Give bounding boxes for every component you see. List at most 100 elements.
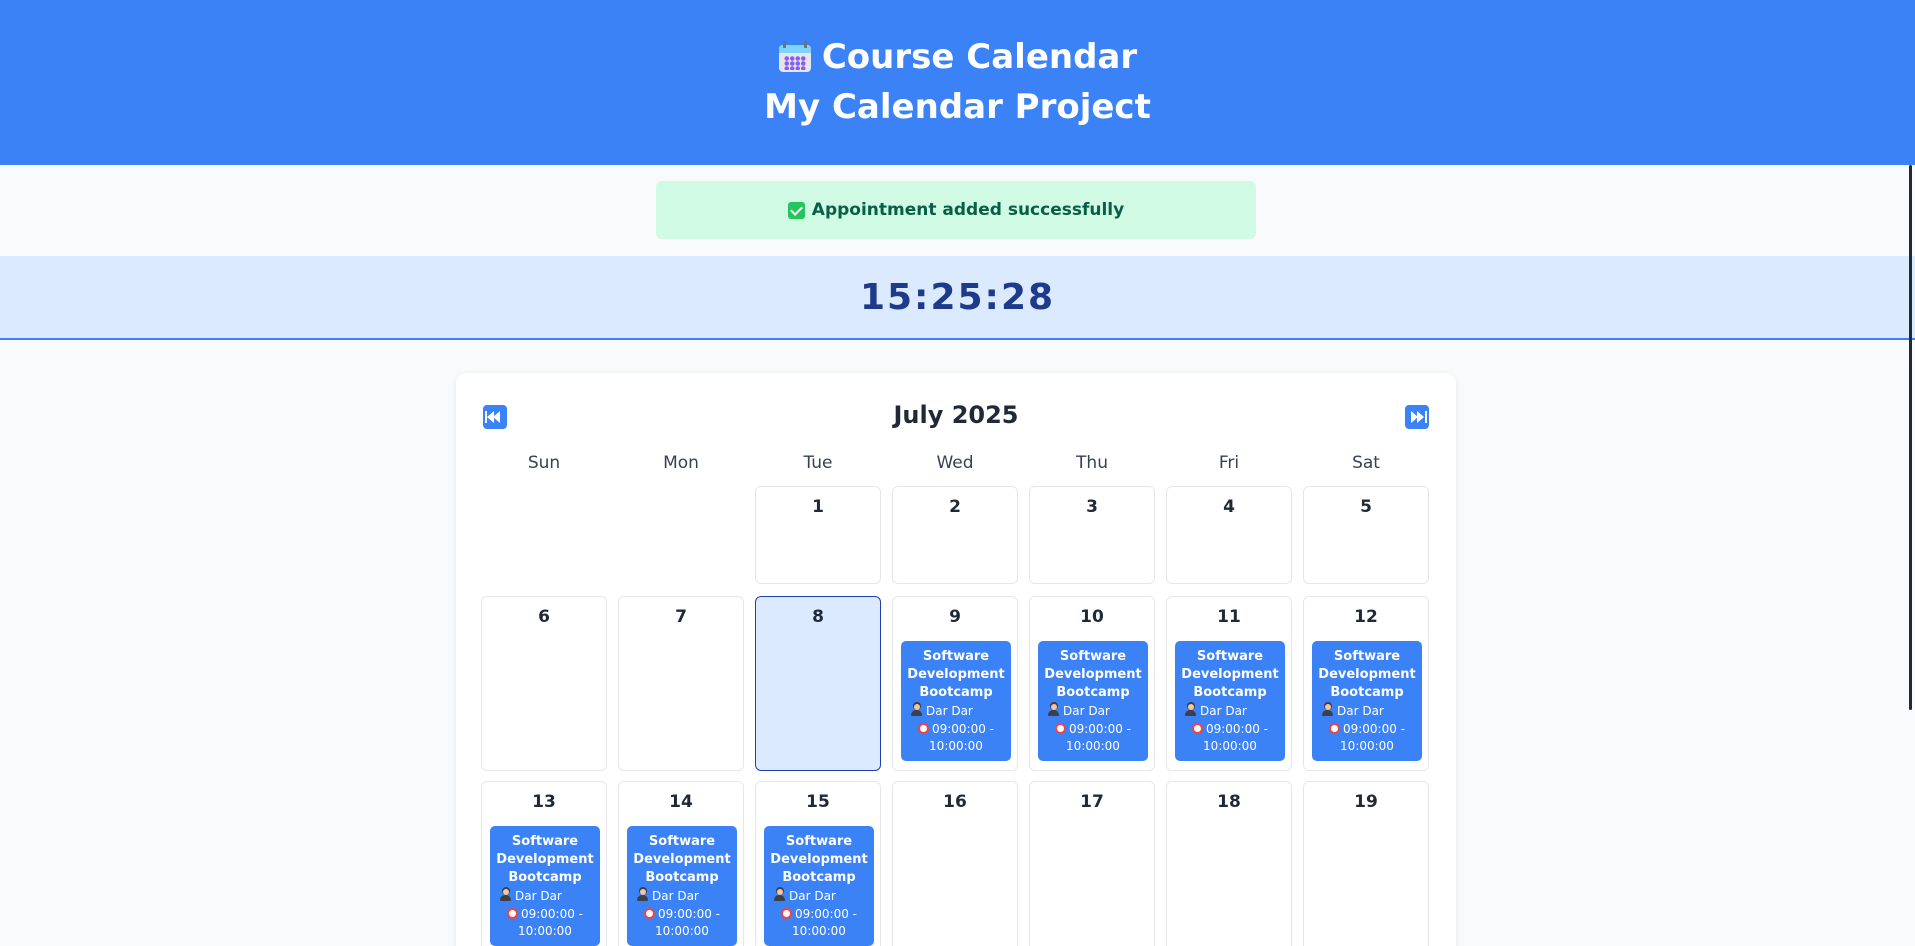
success-alert: Appointment added successfully [656,181,1256,239]
day-cell[interactable]: 11 Software Development Bootcamp Dar Dar 09… [1166,596,1292,771]
header-subtitle: My Calendar Project [764,87,1151,127]
day-number: 4 [1223,497,1235,517]
event-teacher: Dar Dar [1038,702,1148,720]
alarm-clock-icon [506,908,518,919]
day-cell[interactable]: 16 [892,781,1018,946]
event-time-text: 09:00:00 - 10:00:00 [1066,722,1132,753]
day-number: 16 [943,792,967,812]
page-header: Course Calendar My Calendar Project [0,0,1915,165]
day-cell[interactable]: 5 [1303,486,1429,584]
weekday-sun: Sun [527,453,561,473]
alarm-clock-icon [1328,723,1340,734]
day-number: 12 [1354,607,1378,627]
alarm-clock-icon [917,723,929,734]
teacher-name: Dar Dar [789,889,836,903]
teacher-name: Dar Dar [1200,704,1247,718]
next-month-button[interactable] [1405,405,1429,429]
day-cell[interactable]: 7 [618,596,744,771]
event-card[interactable]: Software Development Bootcamp Dar Dar 09:0… [1312,641,1422,761]
event-time: 09:00:00 - 10:00:00 [764,906,874,940]
day-number: 10 [1080,607,1104,627]
day-cell[interactable]: 19 [1303,781,1429,946]
event-teacher: Dar Dar [1312,702,1422,720]
event-teacher: Dar Dar [490,887,600,905]
day-cell[interactable]: 1 [755,486,881,584]
event-card[interactable]: Software Development Bootcamp Dar Dar 09:0… [490,826,600,946]
alarm-clock-icon [643,908,655,919]
day-number: 9 [949,607,961,627]
teacher-name: Dar Dar [1337,704,1384,718]
event-time: 09:00:00 - 10:00:00 [1175,721,1285,755]
day-cell[interactable]: 3 [1029,486,1155,584]
event-title: Software Development Bootcamp [907,649,1005,700]
teacher-name: Dar Dar [652,889,699,903]
day-cell[interactable]: 18 [1166,781,1292,946]
event-title: Software Development Bootcamp [496,834,594,885]
day-number: 14 [669,792,693,812]
event-title: Software Development Bootcamp [770,834,868,885]
calendar-icon [778,39,812,73]
day-number: 8 [812,607,824,627]
day-cell[interactable]: 12 Software Development Bootcamp Dar Dar 09… [1303,596,1429,771]
event-time: 09:00:00 - 10:00:00 [1038,721,1148,755]
day-number: 18 [1217,792,1241,812]
day-cell[interactable]: 15 Software Development Bootcamp Dar Dar 09… [755,781,881,946]
event-time-text: 09:00:00 - 10:00:00 [655,907,721,938]
day-number: 2 [949,497,961,517]
day-number: 7 [675,607,687,627]
event-time: 09:00:00 - 10:00:00 [490,906,600,940]
event-card[interactable]: Software Development Bootcamp Dar Dar 09:0… [764,826,874,946]
event-time-text: 09:00:00 - 10:00:00 [518,907,584,938]
event-time-text: 09:00:00 - 10:00:00 [792,907,858,938]
clock-band: 15:25:28 [0,256,1915,340]
day-number: 19 [1354,792,1378,812]
day-cell[interactable]: 6 [481,596,607,771]
alarm-clock-icon [780,908,792,919]
event-time: 09:00:00 - 10:00:00 [901,721,1011,755]
event-title: Software Development Bootcamp [1044,649,1142,700]
day-number: 6 [538,607,550,627]
day-cell[interactable]: 17 [1029,781,1155,946]
month-title: July 2025 [893,401,1019,429]
header-title-row: Course Calendar [0,36,1915,78]
event-card[interactable]: Software Development Bootcamp Dar Dar 09:0… [901,641,1011,761]
day-number: 17 [1080,792,1104,812]
day-cell[interactable]: 10 Software Development Bootcamp Dar Dar 09… [1029,596,1155,771]
day-cell[interactable]: 14 Software Development Bootcamp Dar Dar 09… [618,781,744,946]
day-cell[interactable]: 9 Software Development Bootcamp Dar Dar 09:… [892,596,1018,771]
teacher-icon [774,889,785,901]
event-card[interactable]: Software Development Bootcamp Dar Dar 09:0… [1175,641,1285,761]
page-scrollbar[interactable] [1909,165,1912,710]
event-title: Software Development Bootcamp [1318,649,1416,700]
event-teacher: Dar Dar [627,887,737,905]
alarm-clock-icon [1191,723,1203,734]
day-number: 1 [812,497,824,517]
event-title: Software Development Bootcamp [1181,649,1279,700]
event-card[interactable]: Software Development Bootcamp Dar Dar 09:0… [1038,641,1148,761]
teacher-icon [1185,704,1196,716]
day-cell[interactable]: 8 [755,596,881,771]
calendar-card: July 2025 Sun Mon Tue Wed Thu Fri Sat 1 2 3 4 5 6 7 8 9… [456,373,1456,946]
event-time-text: 09:00:00 - 10:00:00 [1203,722,1269,753]
day-number: 5 [1360,497,1372,517]
day-cell[interactable]: 2 [892,486,1018,584]
weekday-fri: Fri [1218,453,1240,473]
check-box-icon [787,201,805,219]
teacher-icon [911,704,922,716]
teacher-name: Dar Dar [515,889,562,903]
event-card[interactable]: Software Development Bootcamp Dar Dar 09:0… [627,826,737,946]
teacher-name: Dar Dar [926,704,973,718]
teacher-name: Dar Dar [1063,704,1110,718]
event-time: 09:00:00 - 10:00:00 [1312,721,1422,755]
event-title: Software Development Bootcamp [633,834,731,885]
day-number: 15 [806,792,830,812]
weekday-wed: Wed [936,453,974,473]
day-cell[interactable]: 13 Software Development Bootcamp Dar Dar 09… [481,781,607,946]
live-clock: 15:25:28 [859,276,1056,318]
weekday-tue: Tue [803,453,833,473]
day-cell[interactable]: 4 [1166,486,1292,584]
weekday-mon: Mon [663,453,699,473]
teacher-icon [500,889,511,901]
event-time-text: 09:00:00 - 10:00:00 [929,722,995,753]
teacher-icon [637,889,648,901]
